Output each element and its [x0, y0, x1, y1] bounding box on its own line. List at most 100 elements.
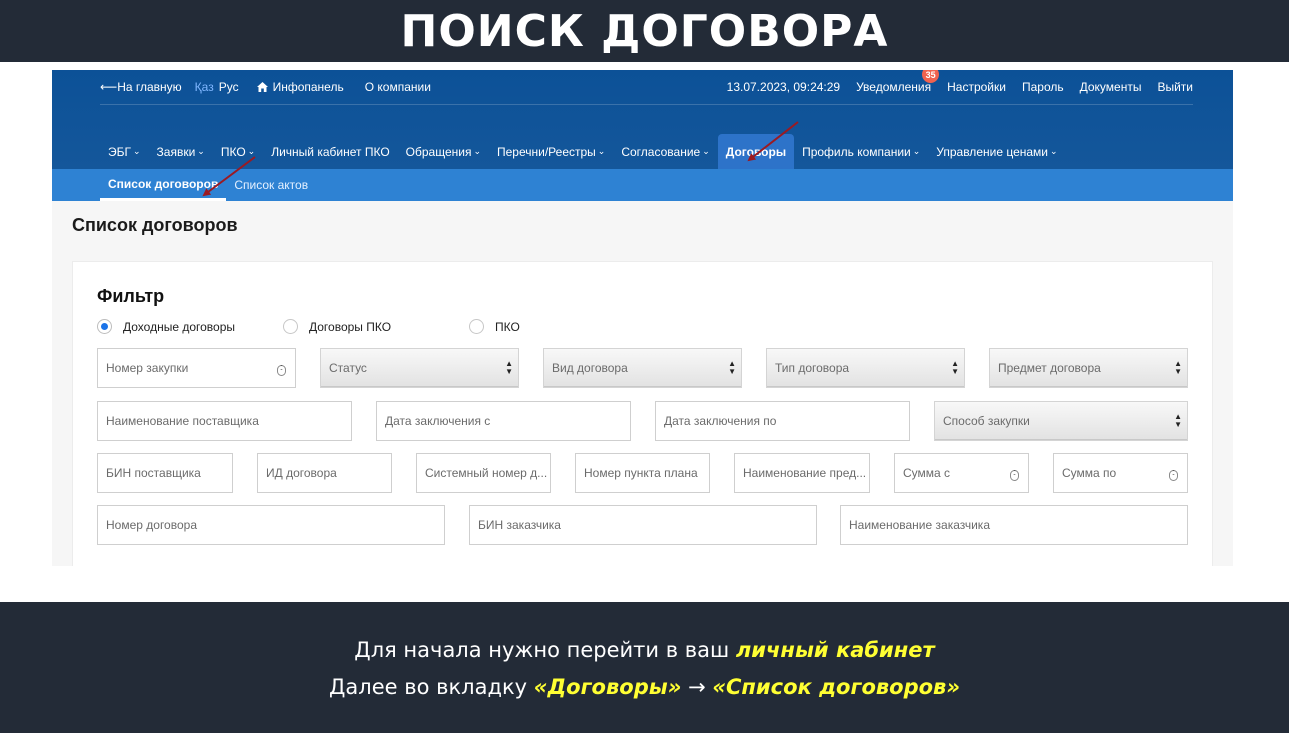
- instruction-line-1: Для начала нужно перейти в ваш личный ка…: [0, 638, 1289, 662]
- field-placeholder: Наименование пред...: [743, 466, 867, 480]
- lang-rus-link[interactable]: Рус: [219, 80, 239, 94]
- instruction-text: Далее во вкладку: [329, 675, 528, 699]
- nav-label: Личный кабинет ПКО: [271, 144, 390, 159]
- nav-contracts[interactable]: Договоры: [717, 134, 795, 169]
- spinner-icon: ˆˇ: [1010, 470, 1019, 481]
- nav-label: Перечни/Реестры: [497, 144, 596, 159]
- datetime-display: 13.07.2023, 09:24:29: [726, 80, 841, 94]
- filter-card: Фильтр Доходные договоры Договоры ПКО ПК…: [72, 261, 1213, 566]
- field-placeholder: Дата заключения по: [664, 414, 777, 428]
- amount-from-input[interactable]: Сумма с ˆˇ: [894, 453, 1029, 493]
- nav-pko-cabinet[interactable]: Личный кабинет ПКО: [263, 134, 397, 169]
- spinner-icon: ˆˇ: [277, 365, 286, 376]
- date-to-input[interactable]: Дата заключения по: [655, 401, 910, 441]
- radio-pko[interactable]: ПКО: [469, 319, 520, 334]
- select-arrows-icon: ▲ ▼: [1174, 412, 1182, 429]
- contract-kind-select[interactable]: Вид договора ▲ ▼: [543, 348, 742, 388]
- contract-id-input[interactable]: ИД договора: [257, 453, 392, 493]
- radio-label: Договоры ПКО: [309, 319, 392, 334]
- radio-label: ПКО: [495, 319, 520, 334]
- nav-price-management[interactable]: Управление ценами ⌄: [928, 134, 1065, 169]
- chevron-down-icon: ⌄: [247, 146, 256, 156]
- amount-to-input[interactable]: Сумма по ˆ ˇ: [1053, 453, 1188, 493]
- nav-appeals[interactable]: Обращения ⌄: [398, 134, 489, 169]
- subject-name-input[interactable]: Наименование пред...: [734, 453, 870, 493]
- arrow-right-icon: →: [688, 675, 706, 699]
- infopanel-link[interactable]: Инфопанель: [256, 80, 344, 94]
- nav-requests[interactable]: Заявки ⌄: [149, 134, 213, 169]
- logout-link[interactable]: Выйти: [1157, 80, 1193, 94]
- radio-income-contracts[interactable]: Доходные договоры: [97, 319, 235, 334]
- nav-label: Профиль компании: [802, 144, 911, 159]
- page-title: Список договоров: [72, 215, 238, 235]
- nav-label: Договоры: [725, 144, 787, 159]
- instruction-highlight: «Договоры»: [533, 675, 682, 699]
- nav-registries[interactable]: Перечни/Реестры ⌄: [489, 134, 613, 169]
- field-placeholder: Сумма по: [1062, 466, 1117, 480]
- select-arrows-icon: ▲ ▼: [1174, 359, 1182, 376]
- purchase-number-input[interactable]: Номер закупки ˆ ˇ: [97, 348, 296, 388]
- main-nav: ЭБГ ⌄ Заявки ⌄ ПКО ⌄ Личный кабинет ПКО Обр…: [100, 134, 1066, 169]
- radio-pko-contracts[interactable]: Договоры ПКО: [283, 319, 391, 334]
- notifications-link[interactable]: Уведомления 35: [856, 70, 940, 94]
- nav-pko[interactable]: ПКО ⌄: [213, 134, 263, 169]
- field-placeholder: Наименование заказчика: [849, 518, 990, 532]
- purchase-method-select[interactable]: Способ закупки ▲ ▼: [934, 401, 1188, 441]
- slide-title: ПОИСК ДОГОВОРА: [400, 5, 889, 57]
- nav-label: ЭБГ: [108, 144, 131, 159]
- instruction-highlight: личный кабинет: [735, 638, 935, 662]
- chevron-down-icon: ⌄: [473, 146, 481, 156]
- chevron-down-icon: ⌄: [197, 146, 205, 156]
- about-link[interactable]: О компании: [365, 80, 431, 94]
- nav-label: Согласование: [621, 144, 701, 159]
- field-placeholder: Номер пункта плана: [584, 466, 698, 480]
- contract-type-select[interactable]: Тип договора ▲ ▼: [766, 348, 965, 388]
- plan-item-number-input[interactable]: Номер пункта плана: [575, 453, 710, 493]
- field-placeholder: БИН заказчика: [478, 518, 561, 532]
- select-arrows-icon: ▲ ▼: [951, 359, 959, 376]
- app-screenshot: ⟵На главную Қаз Рус Инфопанель О компани…: [52, 70, 1233, 566]
- subnav-contract-list[interactable]: Список договоров: [100, 169, 227, 201]
- nav-company-profile[interactable]: Профиль компании ⌄: [794, 134, 928, 169]
- customer-name-input[interactable]: Наименование заказчика: [840, 505, 1188, 545]
- field-placeholder: Сумма с: [903, 466, 951, 480]
- field-placeholder: Номер договора: [106, 518, 197, 532]
- nav-ebg[interactable]: ЭБГ ⌄: [100, 134, 149, 169]
- radio-unchecked-icon: [283, 319, 298, 334]
- field-placeholder: Системный номер д...: [425, 466, 548, 480]
- select-arrows-icon: ▲ ▼: [505, 359, 513, 376]
- password-link[interactable]: Пароль: [1022, 80, 1064, 94]
- field-placeholder: Способ закупки: [943, 414, 1030, 428]
- field-placeholder: Дата заключения с: [385, 414, 491, 428]
- date-from-input[interactable]: Дата заключения с: [376, 401, 631, 441]
- contract-number-input[interactable]: Номер договора: [97, 505, 445, 545]
- contract-subject-select[interactable]: Предмет договора ▲ ▼: [989, 348, 1188, 388]
- chevron-down-icon: ⌄: [133, 146, 141, 156]
- radio-checked-icon: [97, 319, 112, 334]
- lang-kaz-link[interactable]: Қаз: [195, 80, 214, 94]
- chevron-down-icon: ⌄: [1050, 146, 1058, 156]
- field-placeholder: Предмет договора: [998, 361, 1101, 375]
- field-placeholder: БИН поставщика: [106, 466, 201, 480]
- instruction-band: Для начала нужно перейти в ваш личный ка…: [0, 602, 1289, 733]
- status-select[interactable]: Статус ▲ ▼: [320, 348, 519, 388]
- home-link[interactable]: ⟵На главную: [100, 80, 182, 94]
- field-placeholder: Номер закупки: [106, 361, 189, 375]
- subnav-act-list[interactable]: Список актов: [226, 169, 316, 201]
- settings-link[interactable]: Настройки: [947, 80, 1006, 94]
- supplier-bin-input[interactable]: БИН поставщика: [97, 453, 233, 493]
- filter-title: Фильтр: [97, 286, 165, 306]
- radio-unchecked-icon: [469, 319, 484, 334]
- system-number-input[interactable]: Системный номер д...: [416, 453, 551, 493]
- infopanel-label: Инфопанель: [272, 80, 344, 94]
- customer-bin-input[interactable]: БИН заказчика: [469, 505, 817, 545]
- nav-approval[interactable]: Согласование ⌄: [613, 134, 717, 169]
- chevron-down-icon: ⌄: [597, 146, 606, 156]
- instruction-text: Для начала нужно перейти в ваш: [354, 638, 730, 662]
- documents-link[interactable]: Документы: [1080, 80, 1142, 94]
- supplier-name-input[interactable]: Наименование поставщика: [97, 401, 352, 441]
- nav-label: Управление ценами: [936, 144, 1048, 159]
- top-links: ⟵На главную Қаз Рус Инфопанель О компани…: [100, 70, 1193, 105]
- top-bar: ⟵На главную Қаз Рус Инфопанель О компани…: [52, 70, 1233, 169]
- field-placeholder: ИД договора: [266, 466, 337, 480]
